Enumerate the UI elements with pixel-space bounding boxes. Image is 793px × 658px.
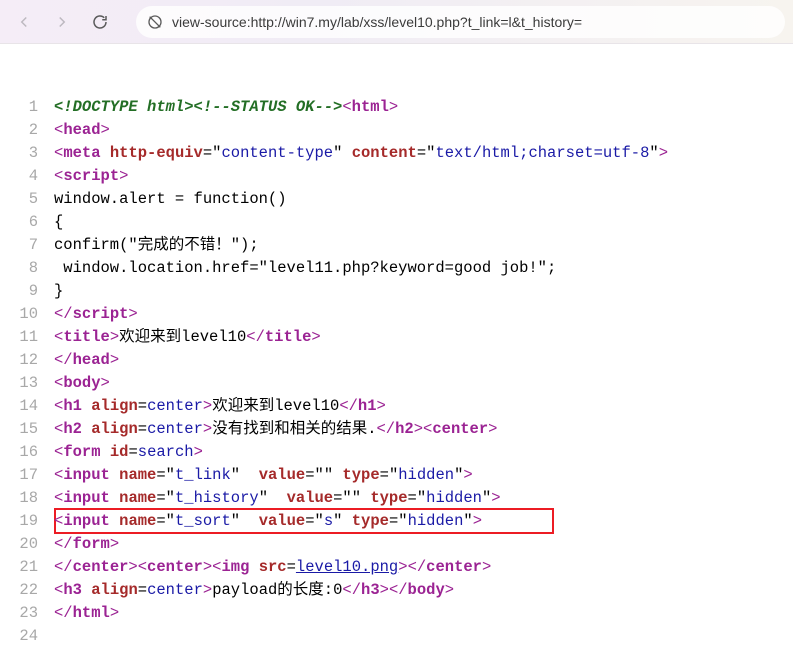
line-number: 23	[0, 602, 50, 625]
line-code[interactable]: <h1 align=center>欢迎来到level10</h1>	[50, 395, 793, 418]
line-code[interactable]: <form id=search>	[50, 441, 793, 464]
line-code[interactable]: <meta http-equiv="content-type" content=…	[50, 142, 793, 165]
forward-button[interactable]	[46, 6, 78, 38]
arrow-left-icon	[15, 13, 33, 31]
line-number: 2	[0, 119, 50, 142]
line-number: 17	[0, 464, 50, 487]
reload-icon	[91, 13, 109, 31]
source-line: 5window.alert = function()	[0, 188, 793, 211]
line-code[interactable]: </center><center><img src=level10.png></…	[50, 556, 793, 579]
not-secure-icon	[146, 13, 164, 31]
line-code[interactable]: </html>	[50, 602, 793, 625]
source-line: 6{	[0, 211, 793, 234]
source-line: 1<!DOCTYPE html><!--STATUS OK--><html>	[0, 96, 793, 119]
line-code[interactable]: <input name="t_link" value="" type="hidd…	[50, 464, 793, 487]
line-code[interactable]: <h2 align=center>没有找到和相关的结果.</h2><center…	[50, 418, 793, 441]
source-view[interactable]: 1<!DOCTYPE html><!--STATUS OK--><html>2<…	[0, 44, 793, 658]
browser-toolbar: view-source:http://win7.my/lab/xss/level…	[0, 0, 793, 44]
line-number: 12	[0, 349, 50, 372]
line-number: 16	[0, 441, 50, 464]
source-line: 24	[0, 625, 793, 648]
source-line: 8 window.location.href="level11.php?keyw…	[0, 257, 793, 280]
line-code[interactable]: <input name="t_sort" value="s" type="hid…	[50, 510, 793, 533]
source-line: 20</form>	[0, 533, 793, 556]
line-number: 6	[0, 211, 50, 234]
source-line: 2<head>	[0, 119, 793, 142]
url-text: view-source:http://win7.my/lab/xss/level…	[172, 14, 582, 30]
line-code[interactable]: <!DOCTYPE html><!--STATUS OK--><html>	[50, 96, 793, 119]
line-code[interactable]: }	[50, 280, 793, 303]
line-code[interactable]: <input name="t_history" value="" type="h…	[50, 487, 793, 510]
line-number: 5	[0, 188, 50, 211]
source-line: 23</html>	[0, 602, 793, 625]
line-code[interactable]: confirm("完成的不错！");	[50, 234, 793, 257]
line-number: 18	[0, 487, 50, 510]
line-number: 1	[0, 96, 50, 119]
source-line: 13<body>	[0, 372, 793, 395]
line-code[interactable]: <head>	[50, 119, 793, 142]
source-line: 4<script>	[0, 165, 793, 188]
line-code[interactable]: <title>欢迎来到level10</title>	[50, 326, 793, 349]
line-code[interactable]: <script>	[50, 165, 793, 188]
line-code[interactable]	[50, 625, 793, 648]
address-bar[interactable]: view-source:http://win7.my/lab/xss/level…	[136, 6, 785, 38]
source-line: 10</script>	[0, 303, 793, 326]
line-code[interactable]: </form>	[50, 533, 793, 556]
source-line: 21</center><center><img src=level10.png>…	[0, 556, 793, 579]
line-number: 3	[0, 142, 50, 165]
source-line: 3<meta http-equiv="content-type" content…	[0, 142, 793, 165]
line-code[interactable]: window.alert = function()	[50, 188, 793, 211]
line-code[interactable]: <h3 align=center>payload的长度:0</h3></body…	[50, 579, 793, 602]
line-code[interactable]: window.location.href="level11.php?keywor…	[50, 257, 793, 280]
line-number: 13	[0, 372, 50, 395]
line-number: 8	[0, 257, 50, 280]
line-number: 22	[0, 579, 50, 602]
back-button[interactable]	[8, 6, 40, 38]
line-number: 20	[0, 533, 50, 556]
source-line: 15<h2 align=center>没有找到和相关的结果.</h2><cent…	[0, 418, 793, 441]
line-number: 19	[0, 510, 50, 533]
line-number: 21	[0, 556, 50, 579]
line-number: 15	[0, 418, 50, 441]
reload-button[interactable]	[84, 6, 116, 38]
source-line: 19<input name="t_sort" value="s" type="h…	[0, 510, 793, 533]
line-code[interactable]: {	[50, 211, 793, 234]
line-number: 4	[0, 165, 50, 188]
source-line: 11<title>欢迎来到level10</title>	[0, 326, 793, 349]
arrow-right-icon	[53, 13, 71, 31]
source-line: 17<input name="t_link" value="" type="hi…	[0, 464, 793, 487]
source-line: 12</head>	[0, 349, 793, 372]
line-number: 7	[0, 234, 50, 257]
source-line: 16<form id=search>	[0, 441, 793, 464]
line-code[interactable]: </head>	[50, 349, 793, 372]
source-line: 7confirm("完成的不错！");	[0, 234, 793, 257]
source-line: 14<h1 align=center>欢迎来到level10</h1>	[0, 395, 793, 418]
line-number: 10	[0, 303, 50, 326]
line-number: 11	[0, 326, 50, 349]
line-number: 24	[0, 625, 50, 648]
line-number: 9	[0, 280, 50, 303]
line-code[interactable]: </script>	[50, 303, 793, 326]
source-line: 9}	[0, 280, 793, 303]
source-line: 18<input name="t_history" value="" type=…	[0, 487, 793, 510]
line-code[interactable]: <body>	[50, 372, 793, 395]
line-number: 14	[0, 395, 50, 418]
source-line: 22<h3 align=center>payload的长度:0</h3></bo…	[0, 579, 793, 602]
